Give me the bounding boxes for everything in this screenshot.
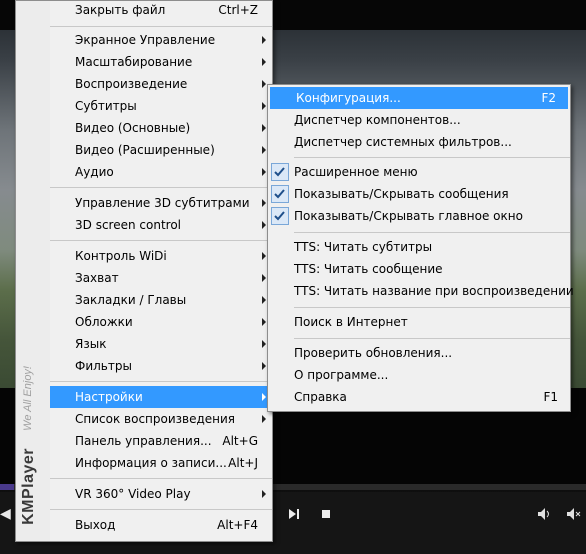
submenu-arrow-icon <box>262 146 266 154</box>
checkmark-icon <box>271 163 289 181</box>
menu-separator <box>294 232 570 233</box>
menu-item-3d-subtitles[interactable]: Управление 3D субтитрами <box>50 192 272 214</box>
menu-item-filters[interactable]: Фильтры <box>50 355 272 377</box>
menu-item-skins[interactable]: Обложки <box>50 311 272 333</box>
submenu-item-tts-message[interactable]: TTS: Читать сообщение <box>268 258 570 280</box>
rewind-icon[interactable]: ◀ <box>0 506 11 522</box>
submenu-arrow-icon <box>262 252 266 260</box>
submenu-arrow-icon <box>262 102 266 110</box>
submenu-arrow-icon <box>262 393 266 401</box>
submenu-arrow-icon <box>262 274 266 282</box>
menu-separator <box>294 338 570 339</box>
submenu-arrow-icon <box>262 415 266 423</box>
menu-separator <box>50 240 272 241</box>
menu-item-capture[interactable]: Захват <box>50 267 272 289</box>
seek-progress <box>0 484 14 490</box>
submenu-item-tts-subtitles[interactable]: TTS: Читать субтитры <box>268 236 570 258</box>
menu-separator <box>50 381 272 382</box>
submenu-item-configuration[interactable]: Конфигурация... F2 <box>270 87 568 109</box>
settings-submenu: Конфигурация... F2 Диспетчер компонентов.… <box>267 84 574 412</box>
submenu-arrow-icon <box>262 490 266 498</box>
menu-item-playlist[interactable]: Список воспроизведения <box>50 408 272 430</box>
brand-strip: We All Enjoy! KMPlayer <box>16 1 50 541</box>
volume-icon[interactable] <box>537 507 553 521</box>
submenu-arrow-icon <box>262 362 266 370</box>
submenu-item-about[interactable]: О программе... <box>268 364 570 386</box>
context-menu: We All Enjoy! KMPlayer Закрыть файл Ctrl+… <box>15 0 273 542</box>
submenu-item-system-filter-manager[interactable]: Диспетчер системных фильтров... <box>268 131 570 153</box>
menu-item-close-file[interactable]: Закрыть файл Ctrl+Z <box>50 0 272 21</box>
menu-separator <box>294 157 570 158</box>
menu-item-playback[interactable]: Воспроизведение <box>50 73 272 95</box>
menu-item-settings[interactable]: Настройки <box>50 386 272 408</box>
submenu-arrow-icon <box>262 340 266 348</box>
submenu-arrow-icon <box>262 124 266 132</box>
menu-item-video-advanced[interactable]: Видео (Расширенные) <box>50 139 272 161</box>
kmplayer-logo: KMPlayer <box>20 448 37 525</box>
submenu-item-help[interactable]: Справка F1 <box>268 386 570 408</box>
menu-item-zoom[interactable]: Масштабирование <box>50 51 272 73</box>
menu-item-vr360[interactable]: VR 360° Video Play <box>50 483 272 505</box>
submenu-arrow-icon <box>262 168 266 176</box>
menu-separator <box>50 26 272 27</box>
mute-icon[interactable] <box>566 507 582 521</box>
kmplayer-brand: We All Enjoy! KMPlayer <box>20 325 46 525</box>
submenu-arrow-icon <box>262 296 266 304</box>
menu-item-widi[interactable]: Контроль WiDi <box>50 245 272 267</box>
menu-item-screen-control[interactable]: Экранное Управление <box>50 29 272 51</box>
submenu-item-advanced-menu[interactable]: Расширенное меню <box>268 161 570 183</box>
brand-tagline: We All Enjoy! <box>22 366 34 431</box>
submenu-item-tts-title[interactable]: TTS: Читать название при воспроизведении <box>268 280 574 302</box>
submenu-item-internet-search[interactable]: Поиск в Интернет <box>268 311 570 333</box>
submenu-item-toggle-messages[interactable]: Показывать/Скрывать сообщения <box>268 183 570 205</box>
checkmark-icon <box>271 185 289 203</box>
menu-separator <box>50 509 272 510</box>
menu-item-control-panel[interactable]: Панель управления... Alt+G <box>50 430 272 452</box>
submenu-item-check-updates[interactable]: Проверить обновления... <box>268 342 570 364</box>
menu-item-audio[interactable]: Аудио <box>50 161 272 183</box>
submenu-item-toggle-main-window[interactable]: Показывать/Скрывать главное окно <box>268 205 570 227</box>
submenu-arrow-icon <box>262 318 266 326</box>
stop-icon[interactable] <box>322 510 331 519</box>
menu-item-media-info[interactable]: Информация о записи... Alt+J <box>50 452 272 474</box>
menu-item-subtitles[interactable]: Субтитры <box>50 95 272 117</box>
submenu-arrow-icon <box>262 199 266 207</box>
checkmark-icon <box>271 207 289 225</box>
submenu-arrow-icon <box>262 221 266 229</box>
menu-separator <box>50 187 272 188</box>
submenu-item-component-manager[interactable]: Диспетчер компонентов... <box>268 109 570 131</box>
menu-separator <box>50 478 272 479</box>
play-icon[interactable] <box>288 508 300 520</box>
menu-item-exit[interactable]: Выход Alt+F4 <box>50 514 272 536</box>
menu-item-language[interactable]: Язык <box>50 333 272 355</box>
submenu-arrow-icon <box>262 80 266 88</box>
menu-item-bookmarks[interactable]: Закладки / Главы <box>50 289 272 311</box>
menu-separator <box>294 307 570 308</box>
submenu-arrow-icon <box>262 36 266 44</box>
menu-item-video-basic[interactable]: Видео (Основные) <box>50 117 272 139</box>
submenu-arrow-icon <box>262 58 266 66</box>
menu-item-3d-screen-control[interactable]: 3D screen control <box>50 214 272 236</box>
